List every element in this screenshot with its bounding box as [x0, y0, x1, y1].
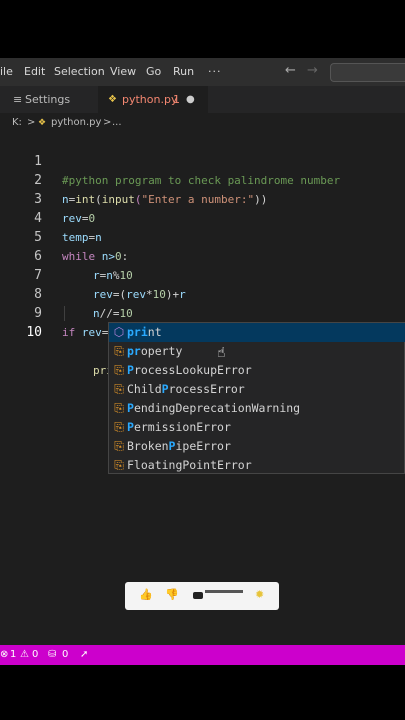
- menu-view[interactable]: View: [110, 65, 136, 78]
- code-line: 10 pri: [0, 304, 405, 378]
- breadcrumb-separator: >: [27, 117, 36, 128]
- code-line: 2 n=int(input("Enter a number:")): [0, 152, 405, 206]
- breadcrumb-drive[interactable]: K:: [12, 113, 22, 133]
- suggestion-label: print: [127, 323, 162, 342]
- code-line: 6 r=n%10: [0, 228, 405, 282]
- symbol-icon: ⎘: [114, 401, 124, 415]
- forward-arrow-icon[interactable]: →: [307, 63, 318, 78]
- code-line: 4 temp=n: [0, 190, 405, 244]
- token: rev: [75, 326, 102, 339]
- token: if: [62, 326, 76, 339]
- tab-settings[interactable]: ≡ Settings: [0, 86, 98, 113]
- menu-bar: ile Edit Selection View Go Run ··· ← →: [0, 58, 405, 86]
- breadcrumb-file[interactable]: python.py: [51, 113, 101, 133]
- line-number: 10: [26, 325, 42, 340]
- symbol-icon: ⎘: [114, 344, 124, 358]
- code-line: 3 rev=0: [0, 171, 405, 225]
- suggestion-item[interactable]: ⎘ FloatingPointError: [109, 456, 405, 475]
- suggestion-label: PendingDeprecationWarning: [127, 399, 300, 418]
- breadcrumb-symbols[interactable]: ...: [112, 113, 122, 133]
- breadcrumb-separator: >: [103, 117, 112, 128]
- menu-selection[interactable]: Selection: [54, 65, 105, 78]
- text: operty: [140, 344, 183, 358]
- match: pr: [127, 344, 141, 358]
- text: endingDeprecationWarning: [133, 401, 301, 415]
- back-arrow-icon[interactable]: ←: [285, 63, 296, 78]
- breadcrumb: K: > ❖ python.py > ...: [0, 113, 405, 133]
- menu-more-icon[interactable]: ···: [208, 65, 222, 78]
- suggestion-item[interactable]: ⎘ ChildProcessError: [109, 380, 405, 399]
- python-file-icon: ❖: [108, 94, 117, 105]
- settings-icon: ≡: [13, 93, 23, 106]
- match: P: [161, 382, 169, 396]
- suggestion-item[interactable]: ⬡ print: [109, 323, 405, 342]
- thumbs-down-icon[interactable]: 👎: [165, 588, 179, 601]
- subscribed-label: [205, 590, 243, 593]
- code-line: 9 if rev==temp:: [0, 285, 405, 339]
- subscribe-icon: [193, 592, 203, 599]
- code-line: 7 rev=(rev*10)+r: [0, 247, 405, 301]
- warning-count[interactable]: 0: [32, 645, 38, 665]
- suggestion-label: BrokenPipeError: [127, 437, 231, 456]
- suggestion-label: property: [127, 342, 182, 361]
- suggestion-item[interactable]: ⎘ PendingDeprecationWarning: [109, 399, 405, 418]
- match: pri: [127, 325, 148, 339]
- menu-file[interactable]: ile: [0, 65, 13, 78]
- text: ipeError: [175, 439, 231, 453]
- unsaved-dot-icon[interactable]: ●: [186, 86, 195, 113]
- code-line: 8 n//=10: [0, 266, 405, 320]
- text: nt: [147, 325, 162, 339]
- text: FloatingPoint: [127, 458, 218, 472]
- tab-bar: ≡ Settings ❖ python.py 1 ●: [0, 86, 405, 113]
- text: ermissionError: [133, 420, 231, 434]
- suggestion-label: FloatingPointError: [127, 456, 252, 475]
- text: Child: [127, 382, 162, 396]
- symbol-icon: ⎘: [114, 382, 124, 396]
- thumbs-up-icon[interactable]: 👍: [139, 588, 153, 601]
- autocomplete-suggestions: ⬡ print ⎘ property ☝ ⎘ ProcessLookupErro…: [108, 322, 405, 474]
- tab-python-file[interactable]: ❖ python.py 1 ●: [98, 86, 208, 113]
- bell-icon[interactable]: ✹: [255, 588, 264, 601]
- symbol-icon: ⎘: [114, 439, 124, 453]
- code-line: 1 #python program to check palindrome nu…: [0, 133, 405, 187]
- suggestion-item[interactable]: ⎘ ProcessLookupError: [109, 361, 405, 380]
- symbol-icon: ⎘: [114, 420, 124, 434]
- tab-problem-count: 1: [173, 93, 180, 106]
- suggestion-item[interactable]: ⎘ BrokenPipeError: [109, 437, 405, 456]
- cube-icon: ⬡: [113, 325, 125, 339]
- suggestion-label: ChildProcessError: [127, 380, 245, 399]
- menu-run[interactable]: Run: [173, 65, 194, 78]
- symbol-icon: ⎘: [114, 458, 124, 472]
- error-count[interactable]: 1: [10, 645, 16, 665]
- code-line: 5 while n>0:: [0, 209, 405, 263]
- tab-file-label: python.py: [122, 93, 178, 106]
- error-icon[interactable]: ⊗: [0, 645, 8, 665]
- indent-guide: [64, 306, 65, 321]
- text: Broken: [127, 439, 169, 453]
- status-bar: ⊗ 1 ⚠ 0 ⛁ 0 ➚: [0, 645, 405, 665]
- text: Error: [217, 458, 252, 472]
- video-overlay-widget: 👍 👎 ✹: [125, 582, 279, 610]
- command-center-search[interactable]: [330, 63, 405, 82]
- python-file-icon: ❖: [38, 118, 47, 128]
- ports-count[interactable]: 0: [62, 645, 68, 665]
- suggestion-label: PermissionError: [127, 418, 231, 437]
- suggestion-item[interactable]: ⎘ property ☝: [109, 342, 405, 361]
- warning-icon[interactable]: ⚠: [20, 645, 29, 665]
- suggestion-label: ProcessLookupError: [127, 361, 252, 380]
- match: P: [127, 420, 134, 434]
- text: rocessLookupError: [133, 363, 252, 377]
- match: P: [127, 363, 134, 377]
- match: P: [127, 401, 134, 415]
- menu-edit[interactable]: Edit: [24, 65, 45, 78]
- menu-go[interactable]: Go: [146, 65, 161, 78]
- tab-settings-label: Settings: [25, 93, 71, 106]
- text: rocessError: [168, 382, 245, 396]
- suggestion-item[interactable]: ⎘ PermissionError: [109, 418, 405, 437]
- symbol-icon: ⎘: [114, 363, 124, 377]
- ports-icon[interactable]: ⛁: [48, 645, 56, 665]
- live-share-icon[interactable]: ➚: [80, 645, 88, 665]
